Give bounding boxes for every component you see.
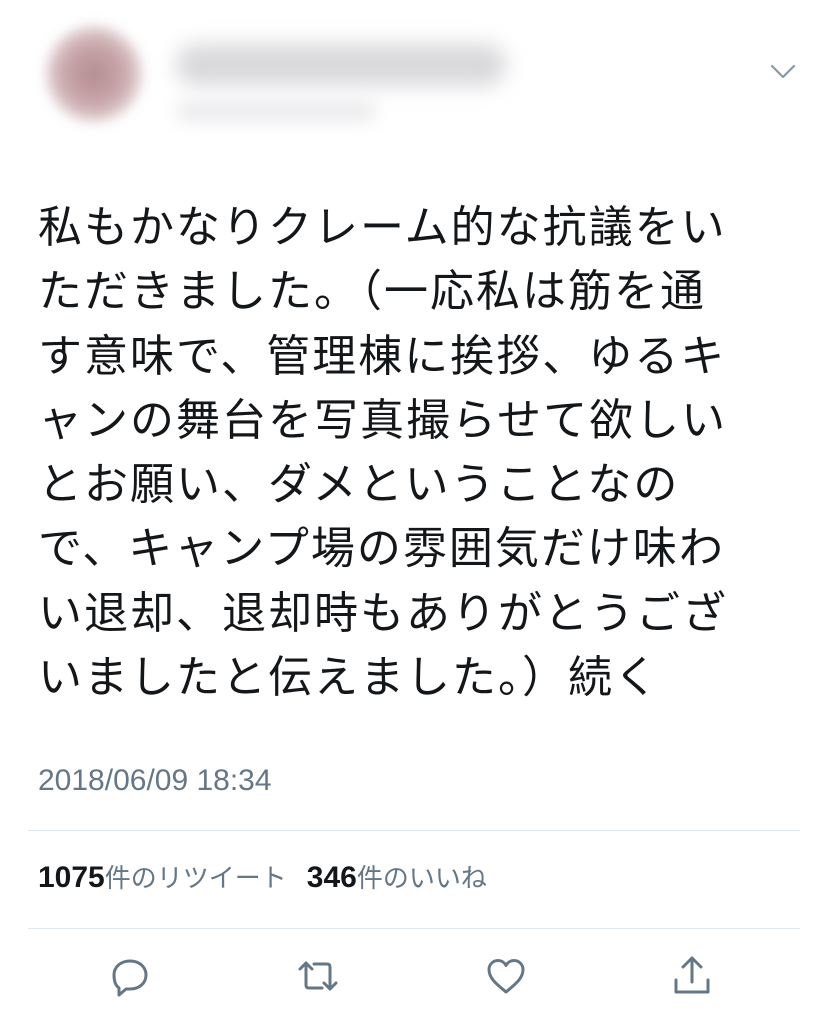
tweet-text: 私もかなりクレーム的な抗議をい ただきました。（一応私は筋を通 す意味で、管理棟… [38,196,798,710]
tweet-actions-bar [0,946,828,1006]
likes-count: 346 [306,861,357,894]
tweet-text-line: いましたと伝えました。）続く [38,652,660,704]
share-icon [674,956,710,994]
divider [28,830,800,831]
blurred-display-name[interactable] [176,44,506,86]
retweet-button[interactable] [294,952,342,1000]
tweet-text-line: ただきました。（一応私は筋を通 [38,266,706,318]
avatar[interactable] [46,26,142,122]
tweet-stats: 1075件のリツイート 346件のいいね [38,858,487,895]
tweet-text-line: 私もかなりクレーム的な抗議をい [38,202,727,253]
tweet-text-line: で、キャンプ場の雰囲気だけ味わ [38,523,725,575]
tweet-text-line: ャンの舞台を写真撮らせて欲しい [38,394,728,446]
like-button[interactable] [482,952,530,1000]
tweet-text-line: い退却、退却時もありがとうござ [38,587,728,639]
reply-icon [112,959,148,997]
retweets-label: 件のリツイート [104,864,287,894]
retweets-stat[interactable]: 1075件のリツイート [38,861,287,894]
divider [28,928,800,929]
tweet-text-line: す意味で、管理棟に挨拶、ゆるキ [38,330,727,382]
tweet-timestamp: 2018/06/09 18:34 [38,764,272,797]
share-button[interactable] [668,952,716,1000]
reply-button[interactable] [106,952,154,1000]
likes-stat[interactable]: 346件のいいね [306,861,487,894]
blurred-username [176,100,376,122]
heart-icon [487,959,525,994]
likes-label: 件のいいね [356,864,487,894]
tweet-text-line: とお願い、ダメということなの [38,459,680,511]
retweet-icon [298,961,338,991]
tweet-header [0,0,828,170]
chevron-down-icon[interactable] [768,56,798,86]
retweets-count: 1075 [38,861,105,894]
